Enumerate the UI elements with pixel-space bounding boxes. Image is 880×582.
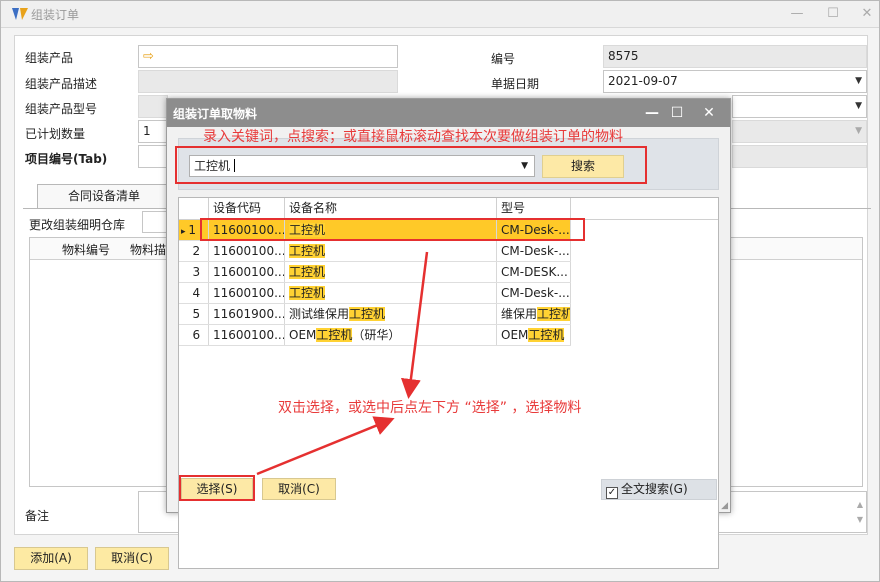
arrow-to-label <box>400 251 429 399</box>
annotation-arrows <box>256 251 429 476</box>
arrow-to-select <box>256 416 395 476</box>
